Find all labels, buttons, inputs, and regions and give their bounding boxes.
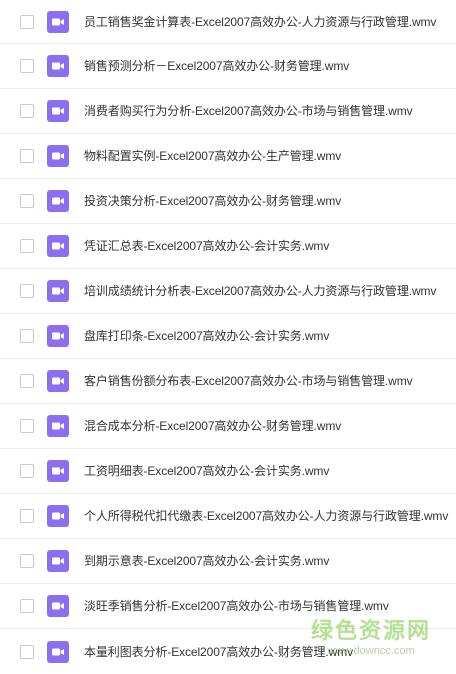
file-name[interactable]: 淡旺季销售分析-Excel2007高效办公-市场与销售管理.wmv	[84, 598, 389, 614]
file-name[interactable]: 培训成绩统计分析表-Excel2007高效办公-人力资源与行政管理.wmv	[84, 283, 436, 299]
file-row[interactable]: 消费者购买行为分析-Excel2007高效办公-市场与销售管理.wmv	[0, 89, 456, 134]
file-row[interactable]: 销售预测分析－Excel2007高效办公-财务管理.wmv	[0, 44, 456, 89]
video-file-icon	[47, 145, 69, 167]
file-name[interactable]: 消费者购买行为分析-Excel2007高效办公-市场与销售管理.wmv	[84, 103, 413, 119]
file-name[interactable]: 员工销售奖金计算表-Excel2007高效办公-人力资源与行政管理.wmv	[84, 14, 436, 30]
file-row[interactable]: 物料配置实例-Excel2007高效办公-生产管理.wmv	[0, 134, 456, 179]
file-name[interactable]: 凭证汇总表-Excel2007高效办公-会计实务.wmv	[84, 238, 329, 254]
file-name[interactable]: 工资明细表-Excel2007高效办公-会计实务.wmv	[84, 463, 329, 479]
video-file-icon	[47, 190, 69, 212]
video-file-icon	[47, 640, 69, 663]
file-name[interactable]: 投资决策分析-Excel2007高效办公-财务管理.wmv	[84, 193, 341, 209]
file-row[interactable]: 淡旺季销售分析-Excel2007高效办公-市场与销售管理.wmv	[0, 584, 456, 629]
file-checkbox[interactable]	[20, 149, 34, 163]
file-name[interactable]: 混合成本分析-Excel2007高效办公-财务管理.wmv	[84, 418, 341, 434]
file-row[interactable]: 本量利图表分析-Excel2007高效办公-财务管理.wmv	[0, 629, 456, 674]
video-file-icon	[47, 100, 69, 122]
file-checkbox[interactable]	[20, 644, 34, 659]
file-checkbox[interactable]	[20, 374, 34, 388]
video-file-icon	[47, 55, 69, 77]
file-checkbox[interactable]	[20, 284, 34, 298]
file-checkbox[interactable]	[20, 419, 34, 433]
file-checkbox[interactable]	[20, 329, 34, 343]
video-file-icon	[47, 325, 69, 347]
file-name[interactable]: 客户销售份额分布表-Excel2007高效办公-市场与销售管理.wmv	[84, 373, 413, 389]
file-name[interactable]: 本量利图表分析-Excel2007高效办公-财务管理.wmv	[84, 644, 353, 660]
file-row[interactable]: 盘库打印条-Excel2007高效办公-会计实务.wmv	[0, 314, 456, 359]
file-checkbox[interactable]	[20, 194, 34, 208]
file-row[interactable]: 工资明细表-Excel2007高效办公-会计实务.wmv	[0, 449, 456, 494]
file-checkbox[interactable]	[20, 239, 34, 253]
video-file-icon	[47, 280, 69, 302]
file-name[interactable]: 盘库打印条-Excel2007高效办公-会计实务.wmv	[84, 328, 329, 344]
file-row[interactable]: 投资决策分析-Excel2007高效办公-财务管理.wmv	[0, 179, 456, 224]
file-checkbox[interactable]	[20, 104, 34, 118]
file-list: 员工销售奖金计算表-Excel2007高效办公-人力资源与行政管理.wmv 销售预…	[0, 0, 456, 674]
file-row[interactable]: 员工销售奖金计算表-Excel2007高效办公-人力资源与行政管理.wmv	[0, 0, 456, 44]
file-checkbox[interactable]	[20, 464, 34, 478]
file-checkbox[interactable]	[20, 554, 34, 568]
file-row[interactable]: 到期示意表-Excel2007高效办公-会计实务.wmv	[0, 539, 456, 584]
video-file-icon	[47, 550, 69, 572]
video-file-icon	[47, 595, 69, 617]
video-file-icon	[47, 460, 69, 482]
file-name[interactable]: 销售预测分析－Excel2007高效办公-财务管理.wmv	[84, 58, 349, 74]
video-file-icon	[47, 415, 69, 437]
file-checkbox[interactable]	[20, 509, 34, 523]
file-row[interactable]: 个人所得税代扣代缴表-Excel2007高效办公-人力资源与行政管理.wmv	[0, 494, 456, 539]
video-file-icon	[47, 235, 69, 257]
video-file-icon	[47, 505, 69, 527]
file-name[interactable]: 到期示意表-Excel2007高效办公-会计实务.wmv	[84, 553, 329, 569]
file-name[interactable]: 物料配置实例-Excel2007高效办公-生产管理.wmv	[84, 148, 341, 164]
file-checkbox[interactable]	[20, 599, 34, 613]
video-file-icon	[47, 370, 69, 392]
file-row[interactable]: 混合成本分析-Excel2007高效办公-财务管理.wmv	[0, 404, 456, 449]
file-name[interactable]: 个人所得税代扣代缴表-Excel2007高效办公-人力资源与行政管理.wmv	[84, 508, 448, 524]
file-row[interactable]: 培训成绩统计分析表-Excel2007高效办公-人力资源与行政管理.wmv	[0, 269, 456, 314]
file-checkbox[interactable]	[20, 14, 34, 29]
file-row[interactable]: 客户销售份额分布表-Excel2007高效办公-市场与销售管理.wmv	[0, 359, 456, 404]
video-file-icon	[47, 10, 69, 33]
file-checkbox[interactable]	[20, 59, 34, 73]
file-row[interactable]: 凭证汇总表-Excel2007高效办公-会计实务.wmv	[0, 224, 456, 269]
